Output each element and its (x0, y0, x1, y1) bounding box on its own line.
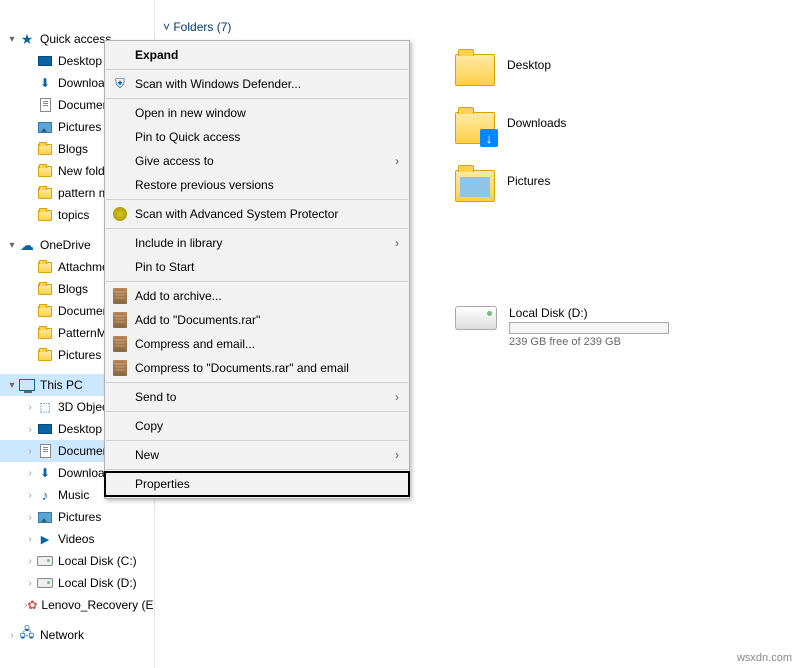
separator (106, 469, 408, 470)
folder-icon (38, 188, 52, 199)
video-icon: ▶ (36, 530, 54, 548)
desktop-icon (38, 424, 52, 434)
download-icon: ⬇ (36, 74, 54, 92)
sidebar-item-pictures2[interactable]: Pictures (0, 506, 154, 528)
chevron-right-icon: › (395, 154, 399, 168)
ctx-open-new[interactable]: Open in new window (105, 101, 409, 125)
network-header[interactable]: 🖧 Network (0, 624, 154, 646)
star-icon: ★ (18, 30, 36, 48)
ctx-send-to[interactable]: Send to› (105, 385, 409, 409)
folder-download-icon (455, 112, 495, 144)
watermark: wsxdn.com (737, 652, 792, 664)
ctx-copy[interactable]: Copy (105, 414, 409, 438)
ctx-compress-email[interactable]: Compress and email... (105, 332, 409, 356)
chevron-right-icon (24, 534, 36, 545)
chevron-right-icon (24, 446, 36, 457)
ctx-add-archive[interactable]: Add to archive... (105, 284, 409, 308)
chevron-down-icon (6, 240, 18, 251)
ctx-add-rar[interactable]: Add to "Documents.rar" (105, 308, 409, 332)
asp-icon (111, 205, 129, 223)
ctx-pin-qa[interactable]: Pin to Quick access (105, 125, 409, 149)
download-icon: ⬇ (36, 464, 54, 482)
separator (106, 440, 408, 441)
separator (106, 98, 408, 99)
ctx-restore[interactable]: Restore previous versions (105, 173, 409, 197)
drive-d[interactable]: Local Disk (D:) 239 GB free of 239 GB (455, 306, 669, 348)
archive-icon (111, 287, 129, 305)
ctx-pin-start[interactable]: Pin to Start (105, 255, 409, 279)
music-icon: ♪ (36, 486, 54, 504)
context-menu: Expand ⛨Scan with Windows Defender... Op… (104, 40, 410, 499)
archive-icon (111, 359, 129, 377)
folder-icon (38, 306, 52, 317)
drive-icon (37, 578, 53, 588)
folder-icon (38, 350, 52, 361)
chevron-down-icon (6, 34, 18, 45)
drive-label: Local Disk (D:) (509, 306, 669, 320)
folder-icon (38, 166, 52, 177)
network-icon: 🖧 (18, 626, 36, 644)
chevron-right-icon: › (395, 390, 399, 404)
chevron-right-icon (24, 424, 36, 435)
separator (106, 69, 408, 70)
ctx-defender[interactable]: ⛨Scan with Windows Defender... (105, 72, 409, 96)
sidebar-item-videos[interactable]: ▶Videos (0, 528, 154, 550)
folder-downloads[interactable]: Downloads (455, 112, 566, 144)
ctx-expand[interactable]: Expand (105, 43, 409, 67)
chevron-right-icon: › (395, 236, 399, 250)
chevron-right-icon (24, 556, 36, 567)
chevron-right-icon (24, 490, 36, 501)
folder-icon (38, 328, 52, 339)
chevron-down-icon (6, 380, 18, 391)
chevron-right-icon (24, 512, 36, 523)
document-icon (40, 444, 51, 458)
quick-access-label: Quick access (40, 32, 111, 46)
sidebar-item-drive-c[interactable]: Local Disk (C:) (0, 550, 154, 572)
sidebar-item-recovery[interactable]: ✿Lenovo_Recovery (E:) (0, 594, 154, 616)
ctx-asp[interactable]: Scan with Advanced System Protector (105, 202, 409, 226)
desktop-icon (38, 56, 52, 66)
chevron-right-icon (6, 630, 18, 641)
cloud-icon: ☁ (18, 236, 36, 254)
archive-icon (111, 335, 129, 353)
sidebar-item-drive-d[interactable]: Local Disk (D:) (0, 572, 154, 594)
pictures-icon (38, 122, 52, 133)
cube-icon: ⬚ (36, 398, 54, 416)
ctx-give-access[interactable]: Give access to› (105, 149, 409, 173)
folder-icon (38, 262, 52, 273)
folder-icon (38, 284, 52, 295)
folders-group-header[interactable]: Folders (7) (163, 20, 231, 34)
ctx-include-lib[interactable]: Include in library› (105, 231, 409, 255)
document-icon (40, 98, 51, 112)
folder-icon (38, 144, 52, 155)
drive-usage-bar (509, 322, 669, 334)
separator (106, 411, 408, 412)
folder-pictures[interactable]: Pictures (455, 170, 550, 202)
pictures-icon (38, 512, 52, 523)
pc-icon (19, 379, 35, 391)
chevron-right-icon (24, 578, 36, 589)
folder-icon (38, 210, 52, 221)
ctx-properties[interactable]: Properties (105, 472, 409, 496)
recovery-icon: ✿ (27, 596, 37, 614)
shield-icon: ⛨ (111, 75, 129, 93)
folder-icon (455, 54, 495, 86)
folder-desktop[interactable]: Desktop (455, 54, 551, 86)
archive-icon (111, 311, 129, 329)
chevron-right-icon (24, 402, 36, 413)
separator (106, 281, 408, 282)
separator (106, 199, 408, 200)
ctx-compress-rar-email[interactable]: Compress to "Documents.rar" and email (105, 356, 409, 380)
separator (106, 382, 408, 383)
ctx-new[interactable]: New› (105, 443, 409, 467)
drive-icon (455, 306, 497, 330)
drive-free-text: 239 GB free of 239 GB (509, 336, 669, 348)
chevron-right-icon: › (395, 448, 399, 462)
drive-icon (37, 556, 53, 566)
chevron-right-icon (24, 468, 36, 479)
folder-pictures-icon (455, 170, 495, 202)
separator (106, 228, 408, 229)
